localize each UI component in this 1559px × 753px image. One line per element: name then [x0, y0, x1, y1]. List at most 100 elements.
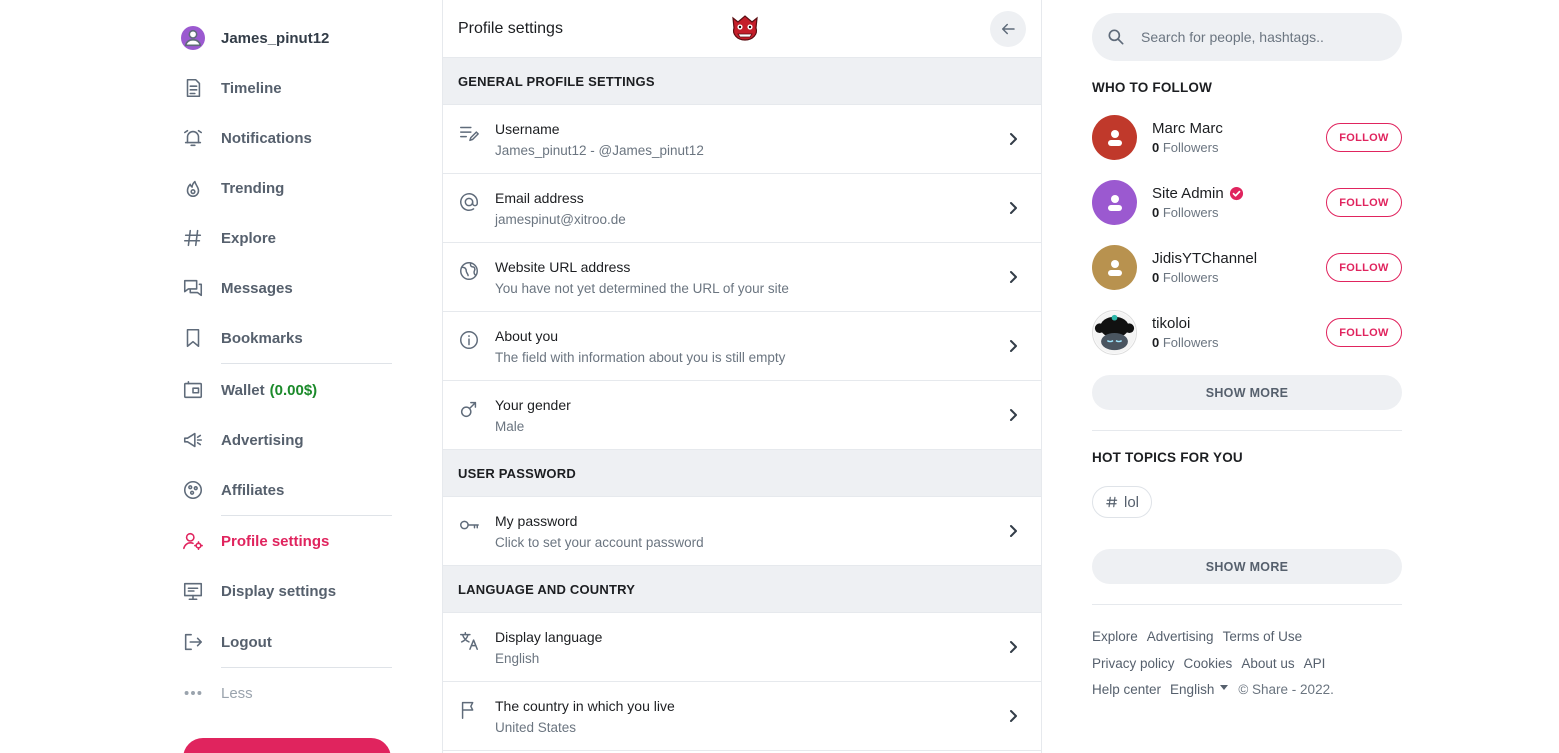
avatar[interactable] [1092, 115, 1137, 160]
show-more-topics-button[interactable]: SHOW MORE [1092, 549, 1402, 584]
avatar[interactable] [1092, 310, 1137, 355]
footer-link-privacy[interactable]: Privacy policy [1092, 656, 1175, 671]
sidebar-item-label: Messages [221, 279, 293, 297]
left-sidebar: James_pinut12 Timeline Notifications Tre… [170, 0, 395, 753]
suggestion-item[interactable]: JidisYTChannel 0 Followers FOLLOW [1092, 245, 1402, 290]
avatar[interactable] [1092, 245, 1137, 290]
megaphone-icon [180, 427, 206, 453]
follow-button[interactable]: FOLLOW [1326, 188, 1402, 217]
setting-row-password[interactable]: My password Click to set your account pa… [443, 497, 1041, 566]
create-post-button[interactable] [183, 738, 391, 753]
suggestion-item[interactable]: Marc Marc 0 Followers FOLLOW [1092, 115, 1402, 160]
sidebar-item-label: Notifications [221, 129, 312, 147]
sidebar-item-advertising[interactable]: Advertising [180, 420, 392, 460]
sidebar-item-bookmarks[interactable]: Bookmarks [180, 318, 392, 358]
edit-lines-icon [458, 122, 480, 144]
suggestion-item[interactable]: Site Admin 0 Followers FOLLOW [1092, 180, 1402, 225]
suggestion-name[interactable]: Marc Marc [1152, 120, 1223, 137]
setting-row-display-language[interactable]: Display language English [443, 613, 1041, 682]
suggestion-name[interactable]: JidisYTChannel [1152, 250, 1257, 267]
suggestion-followers: 0 Followers [1152, 270, 1257, 285]
sidebar-item-less[interactable]: Less [180, 673, 392, 713]
sidebar-item-display-settings[interactable]: Display settings [180, 571, 392, 611]
footer-link-explore[interactable]: Explore [1092, 629, 1138, 644]
sidebar-item-profile-settings[interactable]: Profile settings [180, 521, 392, 561]
footer-link-api[interactable]: API [1304, 656, 1326, 671]
hashtag-label: lol [1124, 493, 1140, 511]
setting-title: My password [495, 512, 578, 529]
logout-icon [180, 629, 206, 655]
language-label: English [1170, 682, 1215, 697]
setting-value: Click to set your account password [495, 534, 704, 550]
bookmark-icon [180, 325, 206, 351]
follow-button[interactable]: FOLLOW [1326, 123, 1402, 152]
follower-label: Followers [1162, 140, 1219, 155]
footer-link-about[interactable]: About us [1241, 656, 1294, 671]
sidebar-item-label: Explore [221, 229, 277, 247]
sidebar-user-profile[interactable]: James_pinut12 [180, 18, 392, 58]
suggestion-followers: 0 Followers [1152, 140, 1223, 155]
sidebar-item-label: Affiliates [221, 481, 285, 499]
sidebar-item-label: Timeline [221, 79, 282, 97]
setting-row-about[interactable]: About you The field with information abo… [443, 312, 1041, 381]
footer-links-row-1: Explore Advertising Terms of Use [1092, 629, 1311, 644]
suggestion-name[interactable]: Site Admin [1152, 185, 1224, 202]
follow-button[interactable]: FOLLOW [1326, 253, 1402, 282]
setting-row-website[interactable]: Website URL address You have not yet det… [443, 243, 1041, 312]
footer-link-cookies[interactable]: Cookies [1184, 656, 1233, 671]
setting-row-gender[interactable]: Your gender Male [443, 381, 1041, 450]
search-icon [1108, 29, 1124, 45]
footer-link-help[interactable]: Help center [1092, 682, 1161, 697]
affiliates-icon [180, 477, 206, 503]
chevron-right-icon [1005, 407, 1021, 423]
footer-links-row-3: Help center English © Share - 2022. [1092, 682, 1334, 697]
alarm-icon [180, 125, 206, 151]
setting-title: About you [495, 327, 559, 344]
info-icon [458, 329, 480, 351]
sidebar-item-trending[interactable]: Trending [180, 168, 392, 208]
show-more-people-button[interactable]: SHOW MORE [1092, 375, 1402, 410]
sidebar-item-wallet[interactable]: Wallet (0.00$) [180, 370, 392, 410]
flag-icon [458, 699, 480, 721]
chevron-right-icon [1005, 269, 1021, 285]
setting-title: Email address [495, 189, 584, 206]
setting-row-country[interactable]: The country in which you live United Sta… [443, 682, 1041, 751]
document-icon [180, 75, 206, 101]
sidebar-item-logout[interactable]: Logout [180, 622, 392, 662]
setting-row-email[interactable]: Email address jamespinut@xitroo.de [443, 174, 1041, 243]
right-column: WHO TO FOLLOW Marc Marc 0 Followers FOLL… [1092, 0, 1402, 753]
follower-label: Followers [1162, 205, 1219, 220]
hashtag-chip[interactable]: lol [1092, 486, 1153, 518]
language-dropdown[interactable]: English [1170, 682, 1229, 697]
sidebar-item-label: Wallet [221, 381, 265, 399]
footer-link-terms[interactable]: Terms of Use [1223, 629, 1303, 644]
sidebar-divider [221, 515, 392, 516]
follower-count: 0 [1152, 205, 1160, 220]
chevron-right-icon [1005, 708, 1021, 724]
sidebar-divider [221, 667, 392, 668]
footer-link-advertising[interactable]: Advertising [1147, 629, 1214, 644]
setting-value: James_pinut12 - @James_pinut12 [495, 142, 704, 158]
chevron-right-icon [1005, 200, 1021, 216]
sidebar-item-messages[interactable]: Messages [180, 268, 392, 308]
site-logo-icon[interactable] [729, 12, 761, 44]
search-input[interactable] [1141, 29, 1371, 45]
sidebar-item-notifications[interactable]: Notifications [180, 118, 392, 158]
chevron-right-icon [1005, 131, 1021, 147]
sidebar-item-timeline[interactable]: Timeline [180, 68, 392, 108]
suggestion-name[interactable]: tikoloi [1152, 315, 1218, 332]
search-bar[interactable] [1092, 13, 1402, 61]
setting-row-username[interactable]: Username James_pinut12 - @James_pinut12 [443, 105, 1041, 174]
profile-settings-panel: Profile settings GENERAL PROFILE SETTING… [442, 0, 1042, 753]
section-language-country: LANGUAGE AND COUNTRY [443, 566, 1041, 613]
chevron-right-icon [1005, 523, 1021, 539]
avatar[interactable] [1092, 180, 1137, 225]
sidebar-item-explore[interactable]: Explore [180, 218, 392, 258]
suggestion-item[interactable]: tikoloi 0 Followers FOLLOW [1092, 310, 1402, 355]
back-button[interactable] [990, 11, 1026, 47]
monitor-icon [180, 578, 206, 604]
copyright: © Share - 2022. [1238, 682, 1334, 697]
follow-button[interactable]: FOLLOW [1326, 318, 1402, 347]
sidebar-item-affiliates[interactable]: Affiliates [180, 470, 392, 510]
suggestion-name-wrap[interactable]: Site Admin [1152, 185, 1244, 202]
